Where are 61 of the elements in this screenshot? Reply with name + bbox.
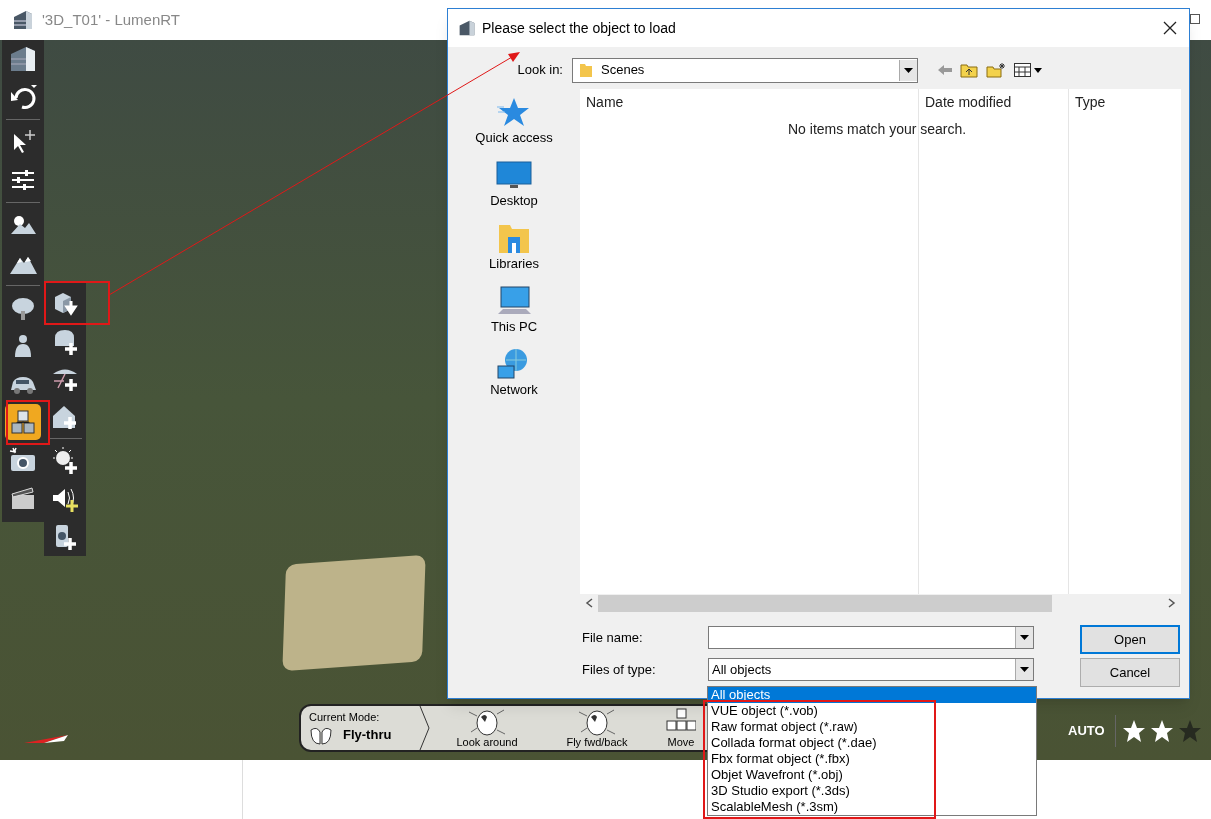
- file-type-label: Files of type:: [582, 660, 657, 679]
- file-type-option[interactable]: Collada format object (*.dae): [708, 735, 1036, 751]
- column-header[interactable]: Type: [1069, 89, 1181, 115]
- star-icon[interactable]: [1149, 719, 1174, 743]
- file-type-option[interactable]: Raw format object (*.raw): [708, 719, 1036, 735]
- current-mode-value: Fly-thru: [343, 726, 392, 745]
- dialog-button[interactable]: Cancel: [1080, 658, 1180, 687]
- building-icon: [8, 44, 38, 74]
- file-type-option[interactable]: VUE object (*.vob): [708, 703, 1036, 719]
- star-icon[interactable]: [1121, 719, 1146, 743]
- places-item[interactable]: Network: [464, 347, 564, 410]
- close-icon[interactable]: [1163, 21, 1177, 35]
- file-type-option[interactable]: Fbx format object (*.fbx): [708, 751, 1036, 767]
- chevron-icon: [419, 706, 431, 750]
- column-header[interactable]: Date modified: [919, 89, 1068, 115]
- mode-action-label: Move: [667, 736, 695, 748]
- caret-icon: [904, 67, 913, 73]
- app-logo-icon: [458, 19, 476, 37]
- compass-icon: [24, 733, 70, 745]
- column-header[interactable]: Name: [580, 89, 918, 115]
- toolbar-button[interactable]: [5, 404, 41, 440]
- star-icon[interactable]: [1177, 719, 1202, 743]
- look-in-label: Look in:: [516, 61, 564, 80]
- places-item[interactable]: Libraries: [464, 221, 564, 284]
- places-item[interactable]: Desktop: [464, 158, 564, 221]
- caret-icon: [1020, 635, 1029, 640]
- caret-icon: [1020, 667, 1029, 672]
- scroll-left-icon[interactable]: [585, 598, 593, 609]
- file-name-label: File name:: [582, 628, 644, 647]
- mode-action-label: Look around: [456, 736, 518, 748]
- file-type-option[interactable]: ScalableMesh (*.3sm): [708, 799, 1036, 815]
- horizontal-scrollbar-thumb[interactable]: [598, 594, 1052, 612]
- places-item[interactable]: This PC: [464, 284, 564, 347]
- current-mode-label: Current Mode:: [309, 710, 381, 724]
- window-title: '3D_T01' - LumenRT: [42, 9, 180, 30]
- file-type-option[interactable]: Objet Wavefront (*.obj): [708, 767, 1036, 783]
- new-folder-icon[interactable]: [986, 62, 1006, 78]
- file-type-option[interactable]: 3D Studio export (*.3ds): [708, 783, 1036, 799]
- maximize-icon[interactable]: [1190, 14, 1200, 24]
- file-type-option[interactable]: All objects: [708, 687, 1036, 703]
- quality-mode-label[interactable]: AUTO: [1068, 715, 1116, 747]
- scroll-right-icon[interactable]: [1168, 598, 1176, 609]
- empty-message: No items match your search.: [788, 120, 967, 139]
- view-menu-icon[interactable]: [1014, 63, 1042, 77]
- highlight-frame: [44, 281, 110, 325]
- folder-icon: [579, 62, 593, 78]
- dialog-button[interactable]: Open: [1080, 625, 1180, 654]
- file-type-dropdown[interactable]: All objects: [708, 658, 1034, 681]
- mouse-icon: [467, 708, 507, 736]
- look-in-dropdown[interactable]: Scenes: [572, 57, 918, 83]
- mouse-icon: [577, 708, 617, 736]
- up-folder-icon[interactable]: [960, 62, 978, 78]
- highlight-frame: [6, 400, 50, 445]
- blocks-icon: [8, 407, 38, 437]
- light-bulb-add-icon: [50, 446, 80, 477]
- dialog-title: Please select the object to load: [482, 18, 677, 38]
- places-item[interactable]: Quick access: [464, 95, 564, 158]
- app-logo-icon: [12, 9, 34, 31]
- undo-icon: [8, 82, 38, 112]
- file-name-field[interactable]: [708, 626, 1034, 649]
- mode-action-label: Fly fwd/back: [566, 736, 628, 748]
